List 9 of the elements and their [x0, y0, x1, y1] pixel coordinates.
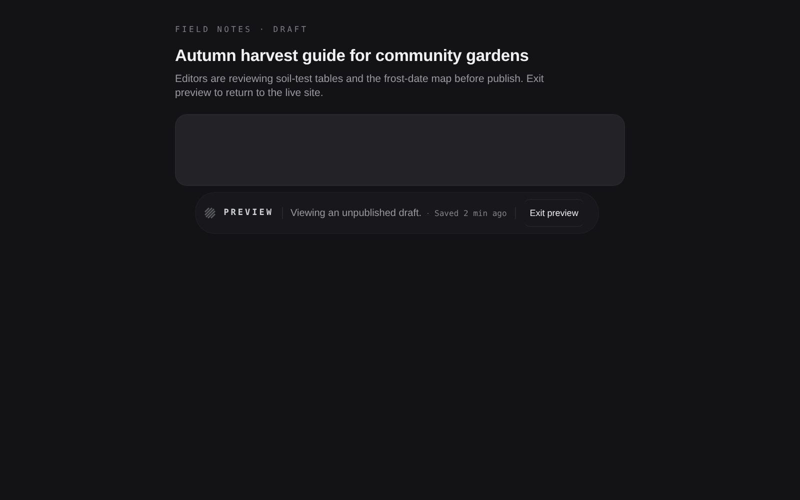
- saved-time: Saved 2 min ago: [434, 208, 507, 218]
- preview-label: PREVIEW: [224, 208, 274, 218]
- exit-preview-button[interactable]: Exit preview: [524, 199, 584, 227]
- hatched-circle-icon: [204, 207, 216, 219]
- status-message: Viewing an unpublished draft.: [290, 208, 422, 218]
- eyebrow-label: FIELD NOTES · DRAFT: [175, 24, 310, 36]
- page-title: Autumn harvest guide for community gardens: [175, 46, 530, 67]
- separator-dot: ·: [426, 208, 430, 218]
- description-text: Editors are reviewing soil-test tables and the frost-date map before publish. Exit preview to return to the live site.: [175, 73, 545, 100]
